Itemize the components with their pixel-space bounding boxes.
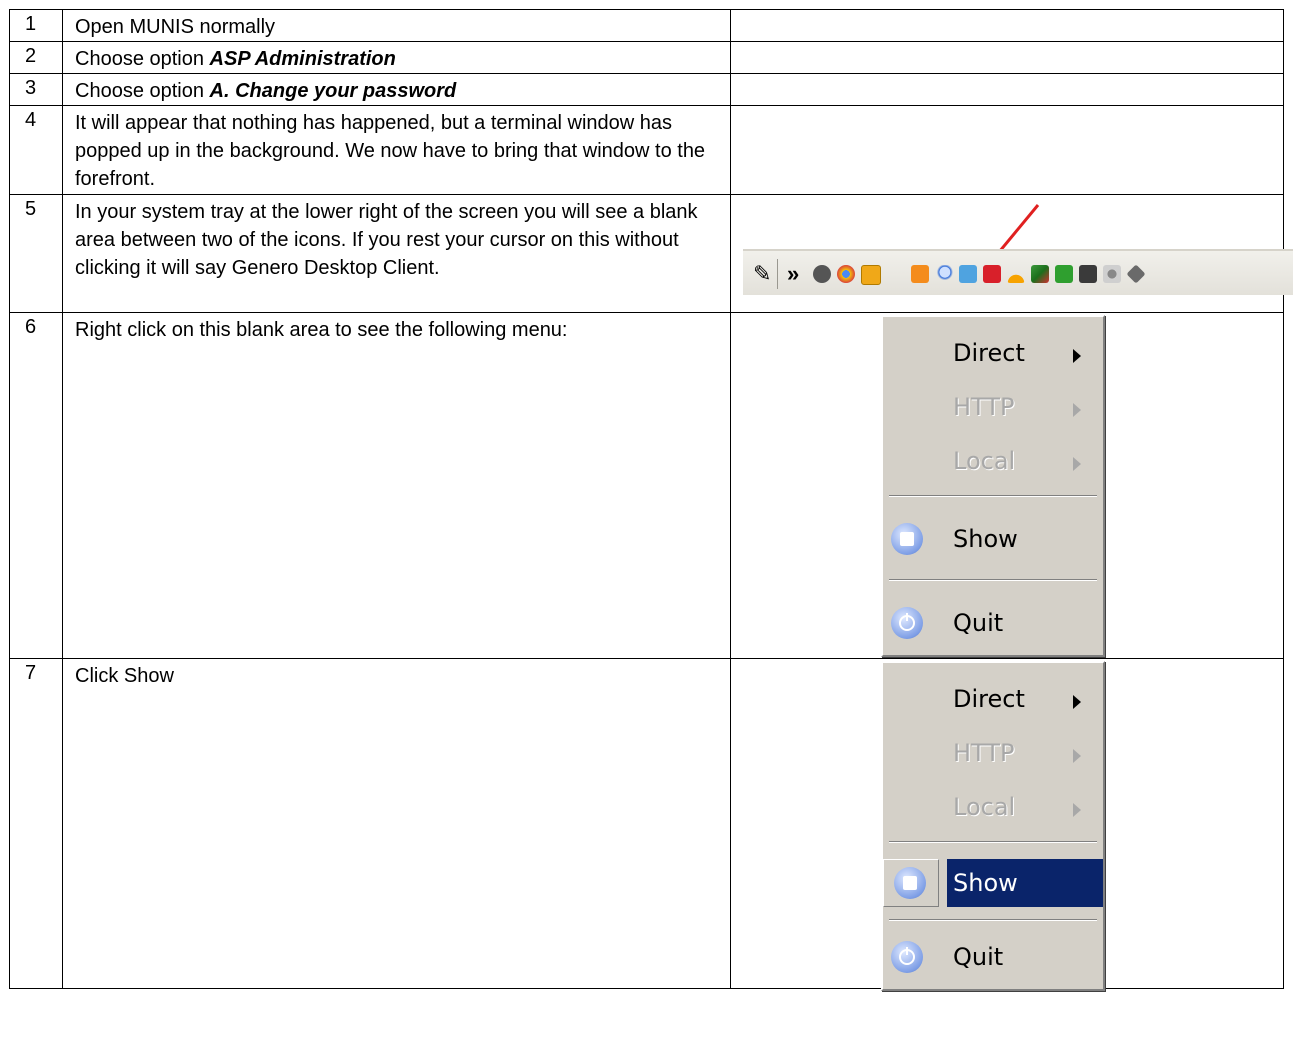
step-text: Right click on this blank area to see th… (62, 312, 731, 659)
wifi-icon[interactable] (1007, 265, 1025, 283)
show-icon-frame (883, 859, 939, 907)
step-image-cell (730, 73, 1284, 106)
context-menu: Direct HTTP Local Show Quit (881, 315, 1105, 657)
menu-item-label: Quit (953, 943, 1004, 971)
submenu-arrow-icon (1073, 695, 1081, 709)
step-emphasis: ASP Administration (209, 48, 396, 70)
table-row: 4 It will appear that nothing has happen… (9, 105, 1284, 195)
menu-separator (889, 841, 1097, 843)
step-number: 7 (9, 658, 63, 989)
step-text: It will appear that nothing has happened… (62, 105, 731, 195)
step-text: In your system tray at the lower right o… (62, 194, 731, 313)
menu-item-direct[interactable]: Direct (883, 329, 1103, 377)
monitor-icon[interactable] (1079, 265, 1097, 283)
step-text: Click Show (62, 658, 731, 989)
submenu-arrow-icon (1073, 403, 1081, 417)
step-image-cell: Direct HTTP Local Show Quit (730, 312, 1284, 659)
table-row: 3 Choose option A. Change your password (9, 73, 1284, 106)
diamond-icon[interactable] (1126, 264, 1146, 284)
menu-separator (889, 579, 1097, 581)
menu-item-http: HTTP (883, 383, 1103, 431)
menu-item-label: Direct (953, 339, 1025, 367)
network-icon[interactable] (959, 265, 977, 283)
pen-icon[interactable]: ✎ (753, 261, 771, 287)
green-icon[interactable] (1055, 265, 1073, 283)
menu-item-local: Local (883, 783, 1103, 831)
menu-item-label: Show (953, 525, 1018, 553)
menu-item-direct[interactable]: Direct (883, 675, 1103, 723)
step-emphasis: A. Change your password (209, 80, 457, 102)
step-image-cell: ✎ » (730, 194, 1293, 313)
step-number: 2 (9, 41, 63, 74)
o-icon[interactable] (861, 265, 881, 285)
menu-item-label: Local (953, 447, 1016, 475)
show-icon (891, 523, 923, 555)
menu-item-local: Local (883, 437, 1103, 485)
menu-item-label: Show (953, 869, 1018, 897)
menu-item-quit[interactable]: Quit (883, 599, 1103, 647)
table-row: 6 Right click on this blank area to see … (9, 312, 1284, 659)
table-row: 2 Choose option ASP Administration (9, 41, 1284, 74)
submenu-arrow-icon (1073, 803, 1081, 817)
genero-icon[interactable] (911, 265, 929, 283)
steps-table: 1 Open MUNIS normally 2 Choose option AS… (9, 9, 1293, 991)
step-number: 6 (9, 312, 63, 659)
menu-separator (889, 495, 1097, 497)
chrome-icon[interactable] (837, 265, 855, 283)
table-row: 1 Open MUNIS normally (9, 9, 1284, 42)
tool-icon[interactable] (1031, 265, 1049, 283)
menu-item-label: HTTP (953, 739, 1015, 767)
search-icon[interactable] (935, 265, 953, 283)
step-number: 5 (9, 194, 63, 313)
submenu-arrow-icon (1073, 749, 1081, 763)
chevron-icon[interactable]: » (787, 261, 799, 287)
step-prefix: Choose option (75, 80, 210, 102)
step-text: Choose option A. Change your password (62, 73, 731, 106)
menu-separator (889, 919, 1097, 921)
table-row: 5 In your system tray at the lower right… (9, 194, 1293, 313)
pdf-icon[interactable] (983, 265, 1001, 283)
step-image-cell (730, 41, 1284, 74)
show-icon (894, 867, 926, 899)
power-icon (891, 607, 923, 639)
menu-item-quit[interactable]: Quit (883, 933, 1103, 981)
menu-item-http: HTTP (883, 729, 1103, 777)
step-number: 3 (9, 73, 63, 106)
key-icon[interactable] (1103, 265, 1121, 283)
step-image-cell (730, 105, 1284, 195)
context-menu: Direct HTTP Local Show Quit (881, 661, 1105, 991)
menu-item-label: Quit (953, 609, 1004, 637)
tray-separator (777, 259, 778, 289)
menu-item-label: Local (953, 793, 1016, 821)
step-image-cell (730, 9, 1284, 42)
step-image-cell: Direct HTTP Local Show Quit (730, 658, 1284, 991)
menu-item-show[interactable]: Show (883, 515, 1103, 563)
m-icon[interactable] (813, 265, 831, 283)
power-icon (891, 941, 923, 973)
menu-item-show-highlighted[interactable]: Show (947, 859, 1103, 907)
submenu-arrow-icon (1073, 349, 1081, 363)
system-tray: ✎ » (743, 249, 1293, 295)
step-number: 1 (9, 9, 63, 42)
step-text: Open MUNIS normally (62, 9, 731, 42)
submenu-arrow-icon (1073, 457, 1081, 471)
step-prefix: Choose option (75, 48, 210, 70)
step-text: Choose option ASP Administration (62, 41, 731, 74)
table-row: 7 Click Show Direct HTTP Local Show Quit (9, 658, 1284, 991)
menu-item-label: HTTP (953, 393, 1015, 421)
step-number: 4 (9, 105, 63, 195)
menu-item-label: Direct (953, 685, 1025, 713)
